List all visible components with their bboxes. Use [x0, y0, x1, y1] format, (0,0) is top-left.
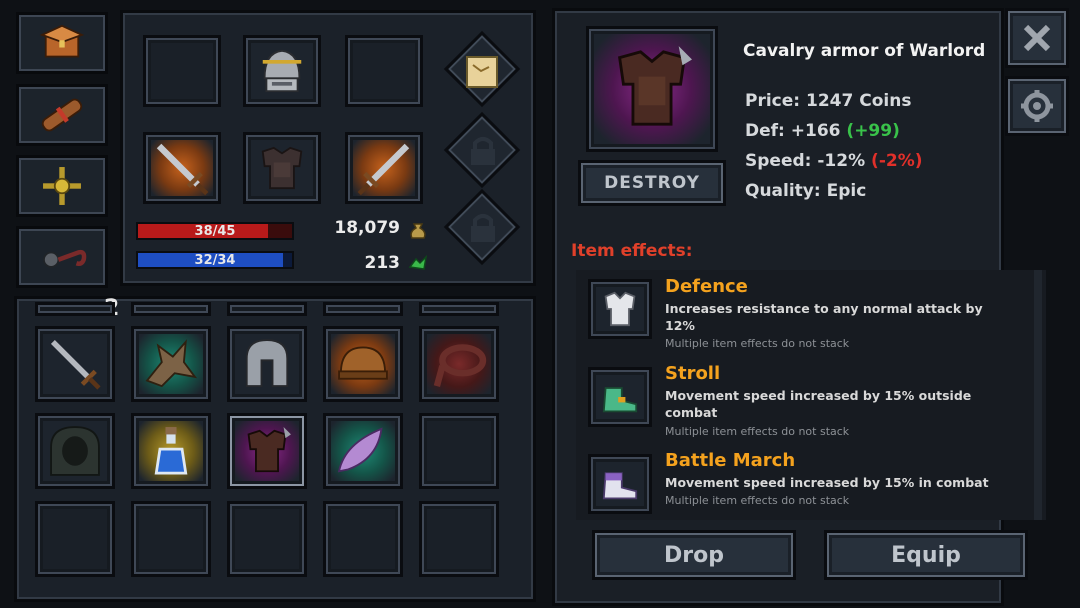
inventory-slot-partial[interactable]	[419, 302, 499, 316]
coin-bag-icon	[410, 223, 426, 239]
def-diff: (+99)	[846, 121, 900, 141]
belt-icon	[433, 344, 487, 387]
inventory-slot-partial[interactable]	[323, 302, 403, 316]
inventory-slot-empty[interactable]	[131, 501, 211, 577]
inventory-slot-cavalry-armor[interactable]	[227, 413, 307, 489]
item-speed: Speed: -12% (-2%)	[745, 151, 923, 171]
cavalry-armor-icon	[618, 46, 692, 126]
effect-desc: Movement speed increased by 15% in comba…	[665, 475, 989, 490]
destroy-button[interactable]: DESTROY	[578, 160, 726, 206]
lock-icon	[471, 137, 495, 165]
drop-button[interactable]: Drop	[592, 530, 796, 580]
effect-title: Defence	[665, 276, 748, 297]
equip-slot-weapon-left[interactable]	[143, 132, 221, 204]
equip-slot-empty-left[interactable]	[143, 35, 221, 107]
inventory-slot-knight-helmet[interactable]	[227, 326, 307, 402]
hook-icon	[43, 249, 87, 268]
hood-icon	[50, 426, 100, 476]
effect-title: Stroll	[665, 363, 721, 384]
inventory-slot-belt[interactable]	[419, 326, 499, 402]
effect-title: Battle March	[665, 450, 796, 471]
mp-text: 32/34	[194, 252, 236, 268]
settings-button[interactable]	[1005, 76, 1069, 136]
item-effects-header: Item effects:	[571, 241, 693, 261]
item-preview	[586, 26, 718, 152]
inventory-slot-sword[interactable]	[35, 326, 115, 402]
sword-icon	[156, 143, 209, 196]
effects-scrollbar[interactable]	[1034, 270, 1042, 520]
equip-slot-weapon-right[interactable]	[345, 132, 423, 204]
inventory-slot-partial[interactable]	[35, 302, 115, 316]
close-icon	[1023, 24, 1051, 52]
effect-desc: Increases resistance to any normal attac…	[665, 301, 983, 333]
armor-icon	[604, 291, 636, 327]
inventory-slot-fur[interactable]	[131, 326, 211, 402]
chest-icon	[39, 24, 85, 58]
tab-chest[interactable]	[16, 12, 108, 74]
purple-boots-icon	[602, 472, 638, 500]
mp-bar: 32/34	[136, 251, 294, 269]
inventory-slot-empty[interactable]	[323, 501, 403, 577]
inventory-slot-empty[interactable]	[419, 501, 499, 577]
item-def: Def: +166 (+99)	[745, 121, 900, 141]
inventory-slot-feather[interactable]	[323, 413, 403, 489]
sword-icon-3	[50, 339, 101, 390]
scroll-icon	[41, 98, 83, 132]
coins-amount: 18,079	[334, 218, 400, 238]
green-boots-icon	[602, 387, 638, 413]
effect-icon-slot	[588, 367, 652, 427]
item-price: Price: 1247 Coins	[745, 91, 911, 111]
effect-desc: Movement speed increased by 15% outside …	[665, 388, 972, 420]
item-quality: Quality: Epic	[745, 181, 866, 201]
item-name: Cavalry armor of Warlord	[743, 41, 986, 61]
effect-note: Multiple item effects do not stack	[665, 337, 850, 350]
inventory-slot-empty[interactable]	[419, 413, 499, 489]
helmet-icon	[262, 49, 302, 93]
gem-icon	[408, 254, 428, 270]
quality-label: Quality:	[745, 181, 821, 201]
price-label: Price:	[745, 91, 801, 111]
price-value: 1247 Coins	[806, 91, 912, 111]
equip-slot-helmet[interactable]	[243, 35, 321, 107]
feather-icon	[337, 427, 383, 473]
tab-scroll[interactable]	[16, 84, 108, 146]
def-value: +166	[790, 121, 841, 141]
speed-diff: (-2%)	[871, 151, 923, 171]
leather-cap-icon	[338, 346, 388, 380]
tab-hook[interactable]	[16, 226, 108, 288]
potion-icon	[154, 427, 188, 475]
inventory-slot-partial[interactable]	[131, 302, 211, 316]
quality-value: Epic	[826, 181, 867, 201]
gear-icon	[1021, 90, 1053, 122]
equip-button[interactable]: Equip	[824, 530, 1028, 580]
equip-slot-empty-right[interactable]	[345, 35, 423, 107]
knight-helmet-icon	[245, 339, 289, 388]
lock-icon-2	[471, 214, 495, 242]
tab-talisman[interactable]	[16, 155, 108, 217]
inventory-slot-potion[interactable]	[131, 413, 211, 489]
effect-note: Multiple item effects do not stack	[665, 494, 850, 507]
inventory-slot-leather-cap[interactable]	[323, 326, 403, 402]
speed-value: -12%	[817, 151, 866, 171]
gems-amount: 213	[364, 253, 401, 273]
hp-text: 38/45	[194, 223, 236, 239]
effect-icon-slot	[588, 454, 652, 514]
effect-icon-slot	[588, 279, 652, 339]
speed-label: Speed:	[745, 151, 812, 171]
sword-icon-2	[357, 143, 410, 196]
inventory-slot-hood[interactable]	[35, 413, 115, 489]
def-label: Def:	[745, 121, 785, 141]
effect-note: Multiple item effects do not stack	[665, 425, 850, 438]
talisman-icon	[43, 167, 81, 205]
map-icon	[466, 56, 498, 88]
close-button[interactable]	[1005, 8, 1069, 68]
inventory-slot-partial[interactable]	[227, 302, 307, 316]
hp-bar: 38/45	[136, 222, 294, 240]
inventory-slot-empty[interactable]	[227, 501, 307, 577]
cavalry-armor-icon	[247, 427, 291, 473]
inventory-slot-empty[interactable]	[35, 501, 115, 577]
fur-icon	[145, 339, 198, 388]
equip-slot-armor[interactable]	[243, 132, 321, 204]
armor-icon	[261, 146, 303, 190]
